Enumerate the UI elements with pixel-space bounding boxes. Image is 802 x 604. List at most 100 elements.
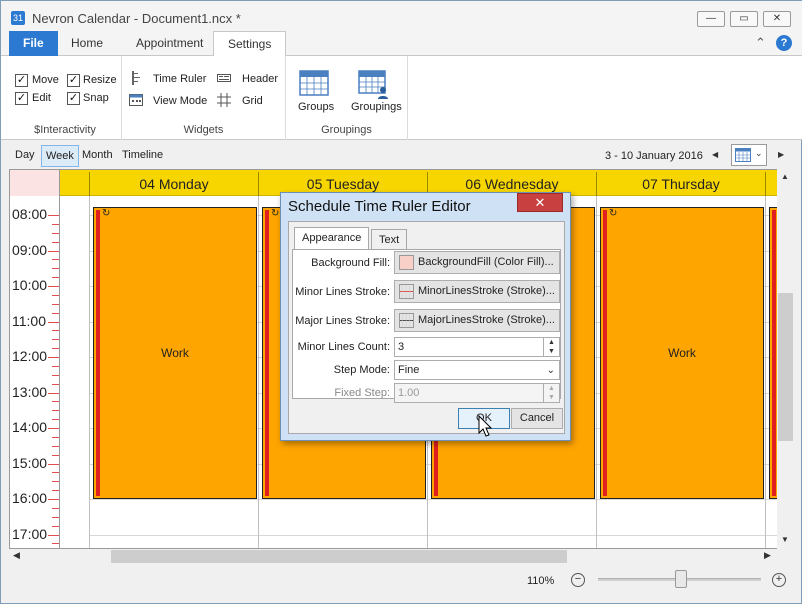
move-checkbox[interactable]: ✓ [15,74,28,87]
time-ruler-button[interactable]: Time Ruler [153,73,206,85]
collapse-ribbon-icon[interactable]: ⌃ [755,35,766,51]
minor-lines-count-value: 3 [398,341,405,353]
minor-lines-count-input[interactable]: 3 ▲ ▼ [394,337,560,357]
interactivity-group-label: $Interactivity [34,124,96,136]
appointment-subject: Work [668,346,696,360]
background-fill-value: BackgroundFill (Color Fill)... [418,256,554,268]
time-ruler: 08:00 09:00 10:00 11:00 12:00 13:00 14:00 15:00… [10,170,60,548]
horizontal-scroll-thumb[interactable] [111,550,567,563]
tab-text[interactable]: Text [371,229,408,249]
minor-lines-count-spinner[interactable]: ▲ ▼ [543,338,559,356]
previous-range-icon[interactable]: ◀ [712,150,718,159]
cancel-button[interactable]: Cancel [511,408,563,429]
view-mode-button[interactable]: View Mode [153,95,207,107]
hour-label: 17:00 [12,525,48,542]
interactivity-group: ✓ Move ✓ Resize ✓ Edit ✓ Snap $Interacti… [9,56,122,140]
view-month-button[interactable]: Month [78,145,117,167]
scroll-left-icon[interactable]: ◀ [13,550,20,561]
time-ruler-icon [132,71,140,85]
appointment-status-bar [265,210,269,496]
hour-label: 14:00 [12,419,48,435]
tab-appointment[interactable]: Appointment [122,31,217,56]
grid-button[interactable]: Grid [242,95,263,107]
hour-label: 12:00 [12,348,48,364]
view-mode-icon [129,94,143,106]
groups-icon [299,70,329,96]
minimize-button[interactable]: — [697,11,725,27]
resize-label: Resize [83,74,117,86]
dialog-panel: Appearance Text Background Fill: Backgro… [288,221,565,434]
minor-lines-count-label: Minor Lines Count: [297,341,390,353]
dialog-close-button[interactable]: ✕ [517,193,563,212]
step-mode-select[interactable]: Fine ⌄ [394,360,560,380]
tab-appearance[interactable]: Appearance [294,227,370,250]
fixed-step-value: 1.00 [398,387,420,399]
recurrence-icon: ↻ [271,208,280,219]
recurrence-icon: ↻ [102,208,111,219]
fixed-step-input[interactable]: 1.00 ▲ ▼ [394,383,560,403]
zoom-out-icon[interactable]: − [571,573,585,587]
tab-file[interactable]: File [9,31,58,56]
appearance-tab-content: Background Fill: BackgroundFill (Color F… [292,249,561,403]
zoom-level-label: 110% [527,575,555,587]
view-week-button[interactable]: Week [41,145,79,167]
view-mode-bar: Day Week Month Timeline 3 - 10 January 2… [9,141,794,169]
title-bar: 31 Nevron Calendar - Document1.ncx * — ▭… [1,1,802,33]
zoom-slider-thumb[interactable] [675,570,687,588]
chevron-down-icon: ⌄ [546,365,555,376]
view-timeline-button[interactable]: Timeline [118,145,167,167]
hour-label: 10:00 [12,277,48,293]
groups-button[interactable]: Groups [298,101,334,113]
day-column-monday[interactable]: ↻ Work [89,196,258,548]
maximize-button[interactable]: ▭ [730,11,758,27]
fixed-step-spinner[interactable]: ▲ ▼ [543,384,559,402]
minor-lines-stroke-button[interactable]: MinorLinesStroke (Stroke)... [394,280,560,303]
snap-label: Snap [83,92,109,104]
edit-checkbox[interactable]: ✓ [15,92,28,105]
chevron-down-icon: ⌄ [755,148,763,158]
snap-checkbox[interactable]: ✓ [67,92,80,105]
close-button[interactable]: ✕ [763,11,791,27]
hour-gridline [597,534,765,536]
day-header-monday[interactable]: 04 Monday [89,172,258,196]
ribbon-tab-strip: File Home Appointment Settings ⌃ ? [1,31,802,57]
scroll-up-icon[interactable]: ▲ [781,172,789,181]
help-icon[interactable]: ? [776,35,792,51]
appointment-block[interactable]: ↻ Work [93,207,257,499]
tab-settings[interactable]: Settings [213,31,287,57]
hour-label: 15:00 [12,454,48,471]
fixed-step-label: Fixed Step: [334,387,390,399]
date-picker-button[interactable]: ⌄ [731,144,767,166]
hour-gridline [259,534,427,536]
app-icon: 31 [11,11,25,25]
appointment-status-bar [772,210,776,496]
step-mode-label: Step Mode: [333,364,390,376]
app-window: 31 Nevron Calendar - Document1.ncx * — ▭… [0,0,802,604]
scroll-right-icon[interactable]: ▶ [764,550,771,561]
day-column-thursday[interactable]: ↻ Work [596,196,765,548]
hour-gridline [90,499,258,500]
hour-gridline [259,499,427,500]
next-range-icon[interactable]: ▶ [778,150,784,159]
header-button[interactable]: Header [242,73,278,85]
mouse-pointer-icon [478,415,493,437]
scroll-down-icon[interactable]: ▼ [781,535,789,544]
groupings-button[interactable]: Groupings [351,101,402,113]
day-header-thursday[interactable]: 07 Thursday [596,172,765,196]
grid-icon [217,93,231,107]
groupings-group-label: Groupings [321,124,372,136]
dialog-title: Schedule Time Ruler Editor [288,198,471,215]
major-lines-stroke-button[interactable]: MajorLinesStroke (Stroke)... [394,309,560,332]
appointment-subject: Work [161,346,189,360]
widgets-group-label: Widgets [183,124,224,136]
hour-label: 11:00 [12,312,46,329]
tab-home[interactable]: Home [57,31,117,56]
appointment-block[interactable]: ↻ Work [600,207,764,499]
vertical-scroll-thumb[interactable] [778,293,793,441]
view-day-button[interactable]: Day [11,145,39,167]
background-fill-button[interactable]: BackgroundFill (Color Fill)... [394,251,560,274]
zoom-in-icon[interactable]: + [772,573,786,587]
date-range-label: 3 - 10 January 2016 [605,150,703,162]
resize-checkbox[interactable]: ✓ [67,74,80,87]
color-swatch-icon [399,255,414,270]
